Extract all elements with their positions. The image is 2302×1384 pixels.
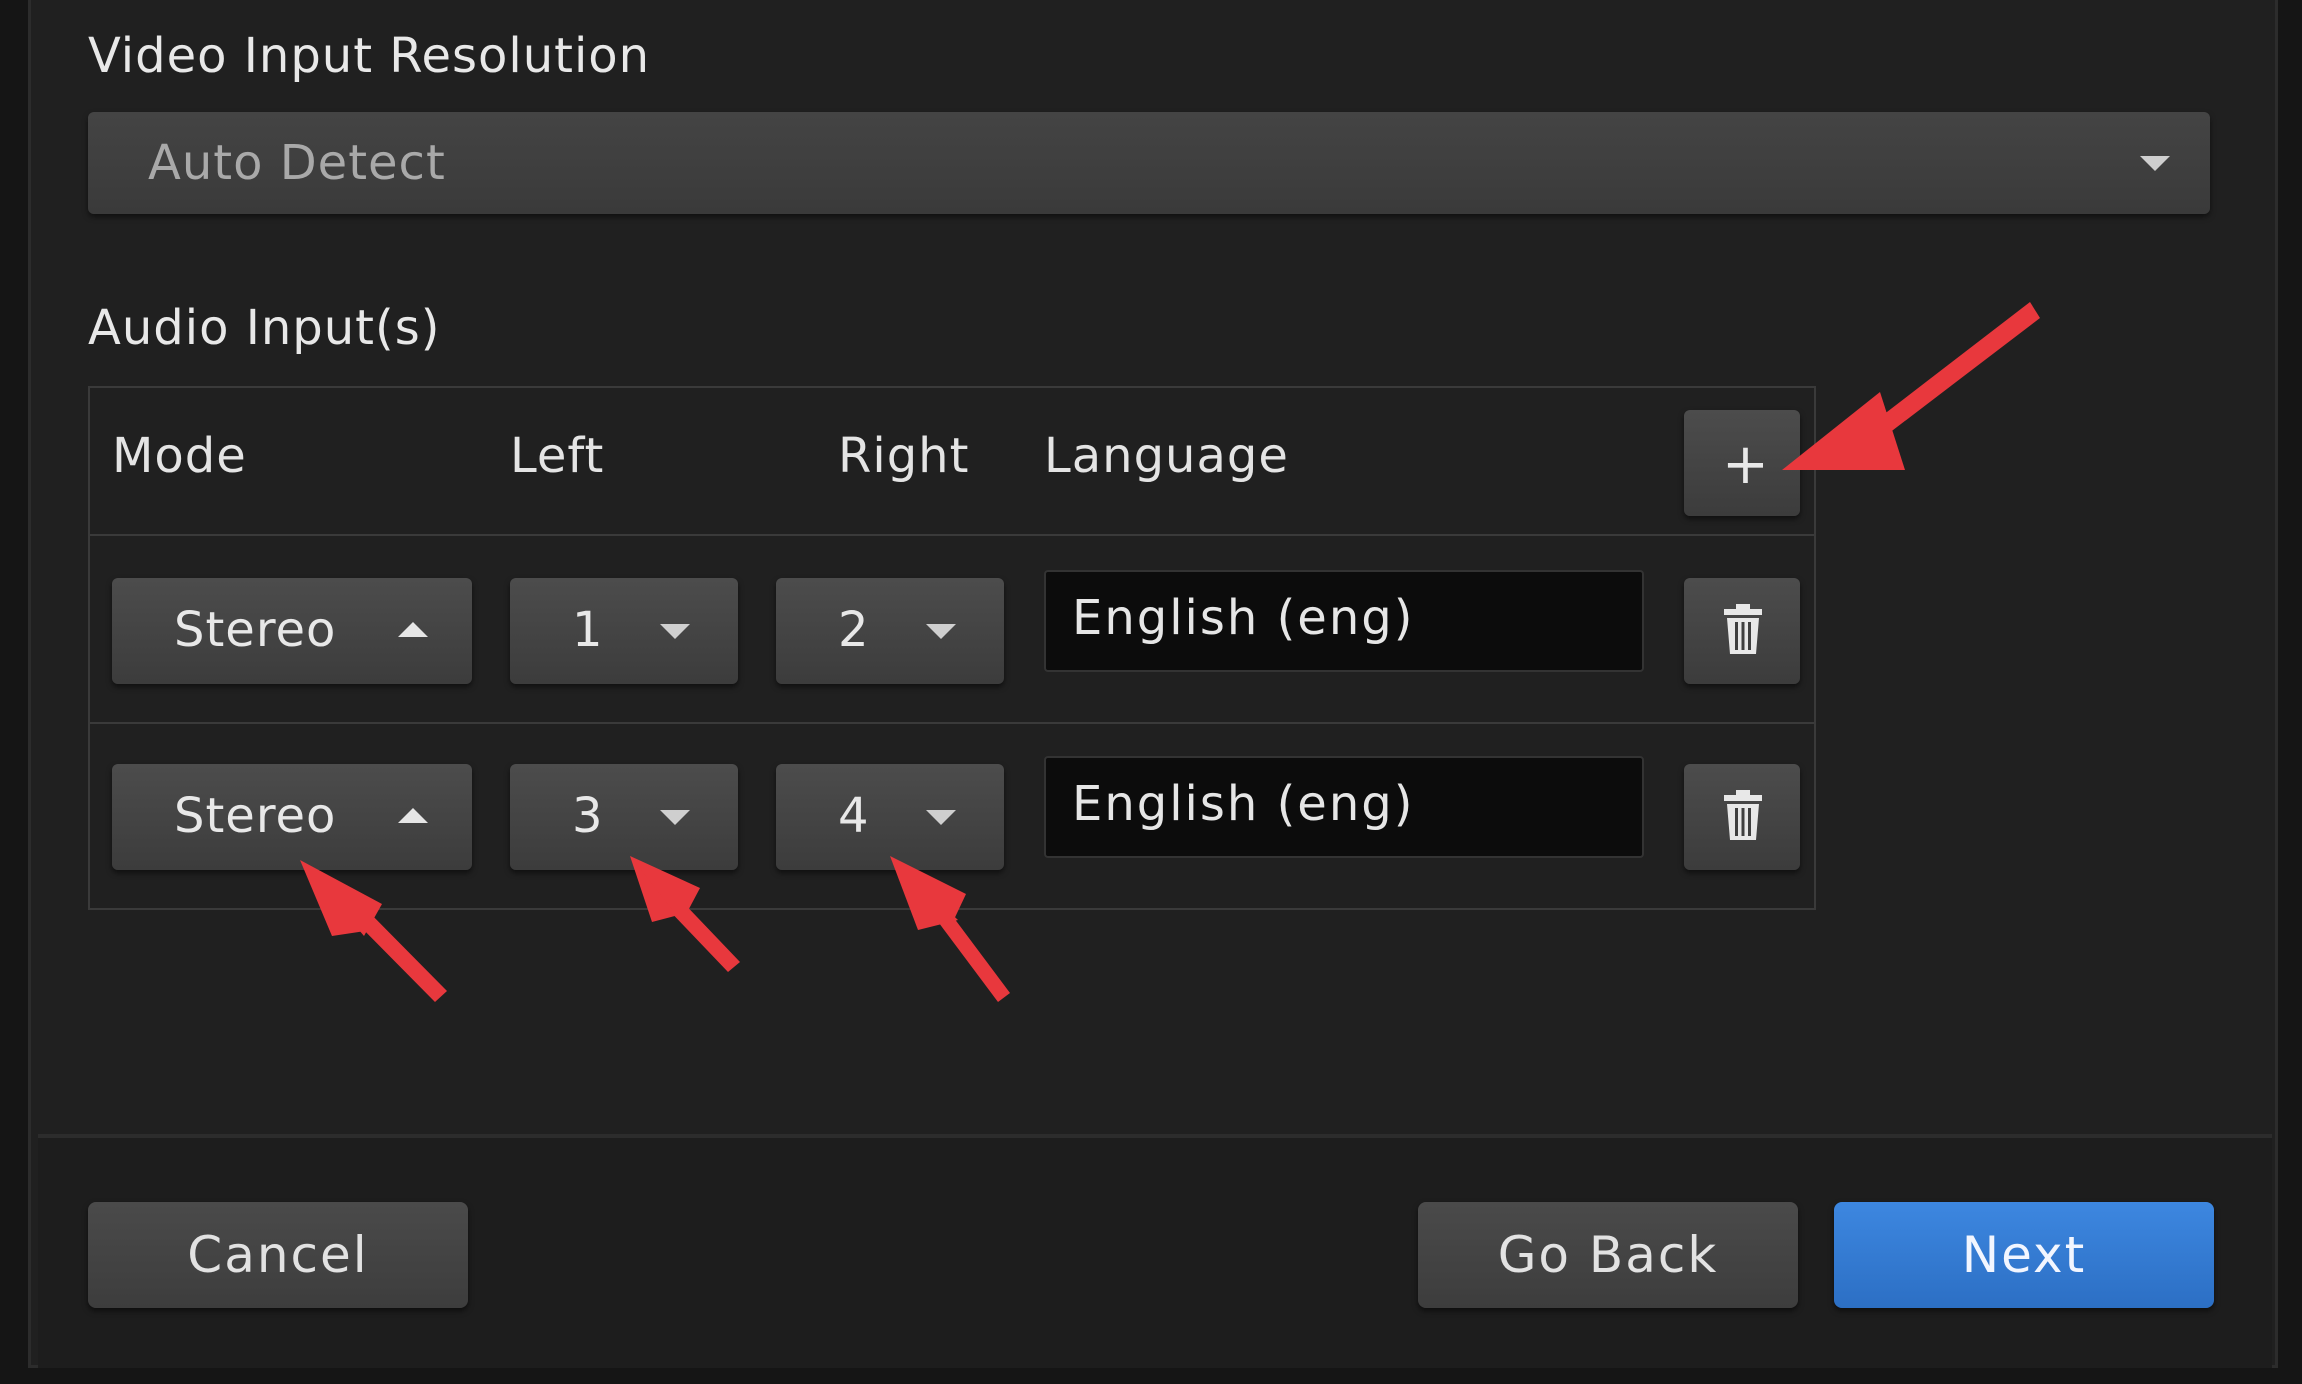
chevron-down-icon — [660, 624, 690, 639]
row-1-language-field[interactable]: English (eng) — [1044, 570, 1644, 672]
chevron-down-icon — [926, 624, 956, 639]
chevron-down-icon — [2140, 156, 2170, 171]
row-2-delete-button[interactable] — [1684, 764, 1800, 870]
chevron-up-icon — [398, 808, 428, 823]
table-divider — [90, 534, 1814, 536]
row-1-mode-select[interactable]: Stereo — [112, 578, 472, 684]
row-1-delete-button[interactable] — [1684, 578, 1800, 684]
table-divider — [90, 722, 1814, 724]
left-channel-value: 3 — [572, 788, 604, 844]
chevron-down-icon — [926, 810, 956, 825]
row-2-mode-select[interactable]: Stereo — [112, 764, 472, 870]
trash-icon — [1724, 604, 1762, 654]
trash-icon — [1724, 790, 1762, 840]
plus-icon: + — [1722, 432, 1770, 497]
left-channel-value: 1 — [572, 602, 604, 658]
video-resolution-label: Video Input Resolution — [88, 28, 651, 84]
language-value: English (eng) — [1072, 776, 1415, 832]
right-channel-value: 2 — [838, 602, 870, 658]
row-1-right-channel-select[interactable]: 2 — [776, 578, 1004, 684]
column-header-mode: Mode — [112, 428, 247, 484]
audio-inputs-table: Mode Left Right Language + Stereo 1 2 En… — [88, 386, 1816, 910]
column-header-language: Language — [1044, 428, 1289, 484]
column-header-left: Left — [510, 428, 605, 484]
mode-value: Stereo — [174, 788, 337, 844]
video-resolution-select[interactable]: Auto Detect — [88, 112, 2210, 214]
next-button[interactable]: Next — [1834, 1202, 2214, 1308]
row-1-left-channel-select[interactable]: 1 — [510, 578, 738, 684]
row-2-right-channel-select[interactable]: 4 — [776, 764, 1004, 870]
row-2-language-field[interactable]: English (eng) — [1044, 756, 1644, 858]
chevron-down-icon — [660, 810, 690, 825]
column-header-right: Right — [838, 428, 970, 484]
right-channel-value: 4 — [838, 788, 870, 844]
row-2-left-channel-select[interactable]: 3 — [510, 764, 738, 870]
mode-value: Stereo — [174, 602, 337, 658]
language-value: English (eng) — [1072, 590, 1415, 646]
go-back-button[interactable]: Go Back — [1418, 1202, 1798, 1308]
audio-inputs-label: Audio Input(s) — [88, 300, 441, 356]
video-resolution-value: Auto Detect — [148, 135, 446, 191]
chevron-up-icon — [398, 622, 428, 637]
add-audio-input-button[interactable]: + — [1684, 410, 1800, 516]
cancel-button[interactable]: Cancel — [88, 1202, 468, 1308]
